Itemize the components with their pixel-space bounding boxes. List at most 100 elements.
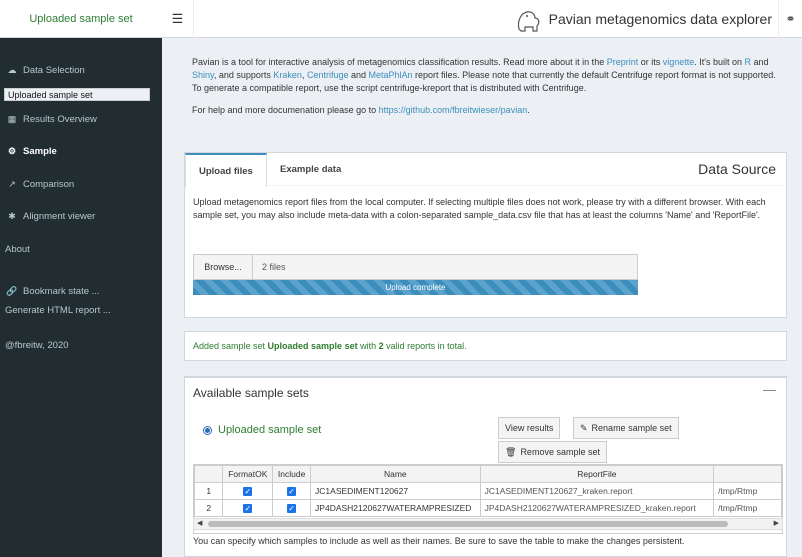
- intro-text-segment: or its: [638, 57, 663, 67]
- sample-name-cell[interactable]: JC1ASEDIMENT120627: [310, 482, 481, 500]
- column-header-index: [194, 465, 224, 483]
- checkbox-checked-icon: ✓: [287, 504, 297, 513]
- column-header-name[interactable]: Name: [310, 465, 481, 483]
- table-header-row: FormatOK Include Name ReportFile: [194, 465, 782, 483]
- line-chart-icon: ↗: [8, 178, 16, 189]
- intro-text-segment: , and supports: [213, 70, 274, 80]
- formatok-checkbox[interactable]: ✓: [222, 499, 274, 517]
- minus-icon[interactable]: —: [763, 382, 776, 397]
- sidebar-item-label: Results Overview: [23, 113, 97, 125]
- gear-icon: ⚙: [7, 145, 17, 156]
- include-checkbox[interactable]: ✓: [272, 482, 312, 500]
- cloud-upload-icon: ☁: [7, 64, 17, 75]
- message-text: with: [357, 341, 379, 351]
- rename-sample-set-button[interactable]: ✎ Rename sample set: [573, 417, 679, 439]
- include-checkbox[interactable]: ✓: [272, 499, 312, 517]
- tab-header: Upload files Example data Data Source: [185, 153, 786, 187]
- file-upload-input[interactable]: Browse... 2 files: [193, 254, 638, 280]
- app-logo-title[interactable]: Uploaded sample set: [0, 0, 162, 38]
- column-header-include[interactable]: Include: [272, 465, 312, 483]
- sidebar-item-results-overview[interactable]: ▦ Results Overview: [0, 109, 162, 129]
- path-cell: /tmp/Rtmp: [713, 499, 782, 517]
- sidebar-item-data-selection[interactable]: ☁ Data Selection: [0, 60, 162, 80]
- asterisk-icon: ✱: [8, 210, 16, 221]
- radio-label: Uploaded sample set: [218, 424, 322, 436]
- button-label: View results: [505, 423, 554, 433]
- formatok-checkbox[interactable]: ✓: [222, 482, 274, 500]
- intro-text-segment: . It's built on: [694, 57, 745, 67]
- pavian-logo-icon: [517, 11, 539, 32]
- radio-selected-icon[interactable]: [203, 425, 212, 435]
- message-text: valid reports in total.: [383, 341, 467, 351]
- sidebar: ☁ Data Selection Uploaded sample set ▦ Res…: [0, 38, 162, 557]
- sidebar-item-label: Comparison: [23, 178, 75, 190]
- report-file-cell: JC1ASEDIMENT120627_kraken.report: [479, 482, 715, 500]
- kraken-link[interactable]: Kraken: [273, 70, 302, 80]
- report-file-cell: JP4DASH2120627WATERAMPRESIZED_kraken.rep…: [479, 499, 715, 517]
- top-navbar: ☰ Pavian metagenomics data explorer ⚭: [162, 0, 802, 38]
- sidebar-item-comparison[interactable]: ↗ Comparison: [0, 174, 162, 194]
- button-label: Rename sample set: [591, 423, 672, 433]
- sidebar-generate-html-link[interactable]: Generate HTML report ...: [0, 300, 162, 320]
- hamburger-icon[interactable]: ☰: [162, 0, 194, 38]
- sample-set-radio-option[interactable]: Uploaded sample set: [203, 424, 321, 436]
- message-text: Added sample set: [193, 341, 268, 351]
- github-icon[interactable]: ⚭: [778, 0, 802, 38]
- centrifuge-link[interactable]: Centrifuge: [307, 70, 349, 80]
- sidebar-item-label: Sample: [23, 145, 57, 157]
- browse-button[interactable]: Browse...: [194, 255, 253, 279]
- upload-description: Upload metagenomics report files from th…: [193, 197, 766, 220]
- intro-text: Pavian is a tool for interactive analysi…: [192, 56, 784, 126]
- pencil-icon: ✎: [580, 422, 588, 433]
- link-icon: 🔗: [6, 285, 18, 296]
- shiny-link[interactable]: Shiny: [192, 70, 214, 80]
- tab-example-data[interactable]: Example data: [267, 153, 354, 186]
- row-number: 1: [194, 482, 224, 500]
- button-label: Remove sample set: [520, 447, 600, 457]
- intro-text-segment: .: [527, 105, 530, 115]
- intro-text-segment: and: [348, 70, 369, 80]
- table-row: 1 ✓ ✓ JC1ASEDIMENT120627 JC1ASEDIMENT120…: [194, 482, 782, 500]
- message-sample-set-name: Uploaded sample set: [267, 341, 358, 351]
- sidebar-copyright: @fbreitw, 2020: [0, 335, 162, 355]
- table-horizontal-scrollbar[interactable]: ◀ ▶: [193, 518, 783, 530]
- scroll-right-icon[interactable]: ▶: [774, 519, 779, 529]
- app-title: Pavian metagenomics data explorer: [548, 11, 772, 27]
- sidebar-item-label: Data Selection: [23, 64, 85, 76]
- scroll-left-icon[interactable]: ◀: [197, 519, 202, 529]
- sidebar-subitem-uploaded-sample-set[interactable]: Uploaded sample set: [4, 88, 150, 101]
- sidebar-item-sample[interactable]: ⚙ Sample: [0, 141, 162, 161]
- column-header-path[interactable]: [713, 465, 782, 483]
- sidebar-bookmark-link[interactable]: 🔗 Bookmark state ...: [0, 281, 162, 301]
- logo-text: Uploaded sample set: [29, 12, 133, 25]
- preprint-link[interactable]: Preprint: [607, 57, 639, 67]
- copyright-text: @fbreitw, 2020: [5, 339, 69, 351]
- view-results-button[interactable]: View results: [498, 417, 561, 439]
- intro-text-segment: For help and more documenation please go…: [192, 105, 379, 115]
- selected-files-value: 2 files: [262, 262, 286, 272]
- scrollbar-thumb[interactable]: [208, 521, 728, 527]
- trash-icon: 🗑: [505, 446, 517, 457]
- upload-message: Added sample set Uploaded sample set wit…: [193, 341, 467, 351]
- column-header-reportfile[interactable]: ReportFile: [479, 465, 715, 483]
- metaphlan-link[interactable]: MetaPhlAn: [369, 70, 413, 80]
- remove-sample-set-button[interactable]: 🗑 Remove sample set: [498, 441, 607, 463]
- column-header-formatok[interactable]: FormatOK: [222, 465, 274, 483]
- table-icon: ▦: [7, 113, 17, 124]
- sample-sets-title: Available sample sets: [193, 386, 309, 400]
- vignette-link[interactable]: vignette: [663, 57, 695, 67]
- row-number: 2: [194, 499, 224, 517]
- checkbox-checked-icon: ✓: [287, 487, 297, 496]
- github-url-link[interactable]: https://github.com/fbreitwieser/pavian: [379, 105, 528, 115]
- data-source-title: Data Source: [698, 161, 776, 177]
- sample-name-cell[interactable]: JP4DASH2120627WATERAMPRESIZED: [310, 499, 481, 517]
- sidebar-item-label: Alignment viewer: [23, 210, 96, 222]
- available-sample-sets-box: Available sample sets — Uploaded sample …: [184, 376, 787, 557]
- sidebar-item-alignment-viewer[interactable]: ✱ Alignment viewer: [0, 206, 162, 226]
- table-footer-note: You can specify which samples to include…: [193, 536, 685, 546]
- upload-progress-bar: Upload complete: [193, 280, 638, 295]
- intro-text-segment: Pavian is a tool for interactive analysi…: [192, 57, 607, 67]
- sidebar-item-about[interactable]: About: [0, 239, 162, 259]
- sidebar-item-label: About: [5, 243, 30, 255]
- tab-upload-files[interactable]: Upload files: [185, 153, 267, 187]
